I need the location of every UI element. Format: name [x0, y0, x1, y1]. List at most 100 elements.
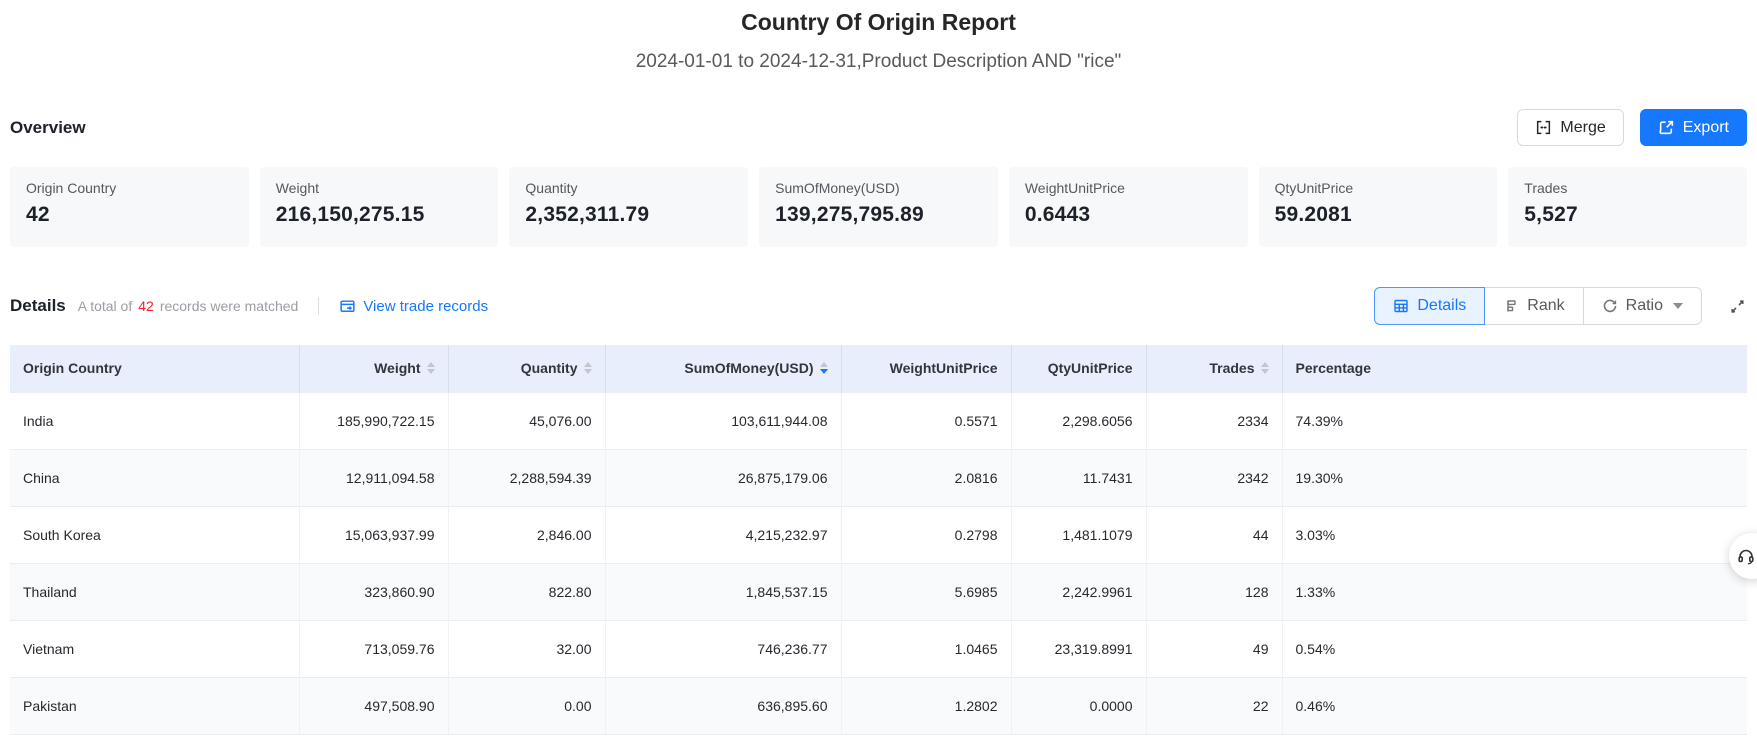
cell-quantity: 2,288,594.39 — [448, 448, 606, 506]
cell-trades: 2342 — [1146, 448, 1283, 506]
report-page: Country Of Origin Report 2024-01-01 to 2… — [0, 0, 1757, 735]
tab-rank-label: Rank — [1527, 297, 1565, 314]
chevron-down-icon — [1673, 303, 1683, 309]
cell-weight: 323,860.90 — [299, 562, 449, 620]
cell-qty-unit-price: 11.7431 — [1011, 448, 1147, 506]
fullscreen-icon[interactable] — [1728, 297, 1747, 316]
cell-country: India — [10, 391, 300, 449]
table-row-pakistan: Pakistan 497,508.90 0.00 636,895.60 1.28… — [10, 676, 1747, 735]
match-prefix: A total of — [77, 298, 133, 314]
table-header-row: Origin Country Weight Quantity SumOfMone… — [10, 345, 1747, 392]
cell-weight-unit-price: 2.0816 — [841, 448, 1012, 506]
stat-value: 2,352,311.79 — [525, 203, 650, 226]
cell-sum: 636,895.60 — [605, 676, 842, 735]
col-header-origin-country: Origin Country — [10, 345, 300, 392]
col-header-percentage: Percentage — [1282, 345, 1747, 392]
tab-details-label: Details — [1417, 297, 1467, 314]
cell-weight: 15,063,937.99 — [299, 505, 449, 563]
cell-weight-unit-price: 0.2798 — [841, 505, 1012, 563]
col-header-qty-unit-price: QtyUnitPrice — [1011, 345, 1147, 392]
cell-country: Vietnam — [10, 619, 300, 677]
stat-label: WeightUnitPrice — [1024, 180, 1125, 196]
ratio-ring-icon — [1602, 298, 1618, 314]
cell-weight: 12,911,094.58 — [299, 448, 449, 506]
cell-sum: 746,236.77 — [605, 619, 842, 677]
cell-weight-unit-price: 0.5571 — [841, 391, 1012, 449]
stat-label: Quantity — [525, 180, 578, 196]
merge-button[interactable]: Merge — [1517, 109, 1624, 146]
stat-card-quantity: Quantity 2,352,311.79 — [509, 167, 749, 247]
vertical-divider — [318, 297, 320, 315]
tab-details[interactable]: Details — [1374, 287, 1486, 325]
cell-quantity: 822.80 — [448, 562, 606, 620]
sort-carets[interactable] — [426, 362, 435, 375]
stat-card-origin-country: Origin Country 42 — [10, 167, 249, 247]
details-table: Origin Country Weight Quantity SumOfMone… — [10, 345, 1747, 735]
cell-percentage: 3.03% — [1282, 505, 1747, 563]
tab-rank[interactable]: Rank — [1484, 287, 1584, 325]
match-suffix: records were matched — [159, 298, 299, 314]
page-subtitle: 2024-01-01 to 2024-12-31,Product Descrip… — [635, 51, 1122, 72]
overview-heading: Overview — [10, 117, 86, 137]
cell-weight: 185,990,722.15 — [299, 391, 449, 449]
col-label: QtyUnitPrice — [1047, 360, 1133, 377]
stat-card-weight: Weight 216,150,275.15 — [259, 167, 499, 247]
col-header-weight-unit-price: WeightUnitPrice — [841, 345, 1012, 392]
page-title: Country Of Origin Report — [741, 9, 1016, 35]
export-button[interactable]: Export — [1639, 109, 1747, 146]
cell-quantity: 45,076.00 — [448, 391, 606, 449]
stat-value: 139,275,795.89 — [775, 203, 924, 226]
stat-card-qty-unit-price: QtyUnitPrice 59.2081 — [1258, 167, 1498, 247]
table-row-south-korea: South Korea 15,063,937.99 2,846.00 4,215… — [10, 505, 1747, 563]
cell-trades: 128 — [1146, 562, 1283, 620]
col-header-quantity[interactable]: Quantity — [448, 345, 606, 392]
details-toolbar-right: Details Rank Ratio — [1374, 287, 1747, 325]
sort-carets[interactable] — [1260, 362, 1269, 375]
cell-qty-unit-price: 0.0000 — [1011, 676, 1147, 735]
details-toolbar-left: Details A total of 42 records were match… — [10, 296, 488, 316]
cell-country: South Korea — [10, 505, 300, 563]
cell-country: Thailand — [10, 562, 300, 620]
cell-quantity: 2,846.00 — [448, 505, 606, 563]
cell-percentage: 19.30% — [1282, 448, 1747, 506]
stat-label: SumOfMoney(USD) — [775, 180, 900, 196]
stat-label: Origin Country — [26, 180, 117, 196]
stat-card-trades: Trades 5,527 — [1508, 167, 1747, 247]
cell-sum: 103,611,944.08 — [605, 391, 842, 449]
stat-label: Weight — [275, 180, 320, 196]
col-header-trades[interactable]: Trades — [1146, 345, 1283, 392]
col-label: Percentage — [1295, 360, 1371, 377]
col-header-weight[interactable]: Weight — [299, 345, 449, 392]
stat-card-weight-unit-price: WeightUnitPrice 0.6443 — [1008, 167, 1248, 247]
stat-card-sum-of-money: SumOfMoney(USD) 139,275,795.89 — [759, 167, 998, 247]
view-trade-records-link[interactable]: View trade records — [339, 298, 488, 315]
view-trade-records-label: View trade records — [363, 297, 489, 315]
sort-carets[interactable] — [583, 362, 592, 375]
cell-sum: 4,215,232.97 — [605, 505, 842, 563]
cell-percentage: 0.54% — [1282, 619, 1747, 677]
cell-weight-unit-price: 1.2802 — [841, 676, 1012, 735]
cell-weight: 497,508.90 — [299, 676, 449, 735]
cell-percentage: 74.39% — [1282, 391, 1747, 449]
table-row-india: India 185,990,722.15 45,076.00 103,611,9… — [10, 391, 1747, 449]
col-header-sum-of-money[interactable]: SumOfMoney(USD) — [605, 345, 842, 392]
rank-icon — [1503, 298, 1519, 314]
headset-icon — [1736, 546, 1756, 566]
export-button-label: Export — [1682, 118, 1729, 136]
details-heading: Details — [10, 296, 66, 315]
stat-value: 0.6443 — [1024, 203, 1091, 226]
col-label: WeightUnitPrice — [889, 360, 998, 377]
stat-value: 42 — [26, 203, 50, 226]
cell-weight-unit-price: 1.0465 — [841, 619, 1012, 677]
table-row-thailand: Thailand 323,860.90 822.80 1,845,537.15 … — [10, 562, 1747, 620]
table-row-vietnam: Vietnam 713,059.76 32.00 746,236.77 1.04… — [10, 619, 1747, 677]
sort-carets-active-desc[interactable] — [819, 362, 828, 375]
cell-quantity: 32.00 — [448, 619, 606, 677]
merge-cells-icon — [1535, 119, 1552, 136]
cell-trades: 49 — [1146, 619, 1283, 677]
stat-value: 5,527 — [1524, 203, 1578, 226]
cell-trades: 2334 — [1146, 391, 1283, 449]
trade-records-icon — [339, 298, 356, 315]
cell-qty-unit-price: 2,298.6056 — [1011, 391, 1147, 449]
tab-ratio[interactable]: Ratio — [1582, 287, 1702, 325]
